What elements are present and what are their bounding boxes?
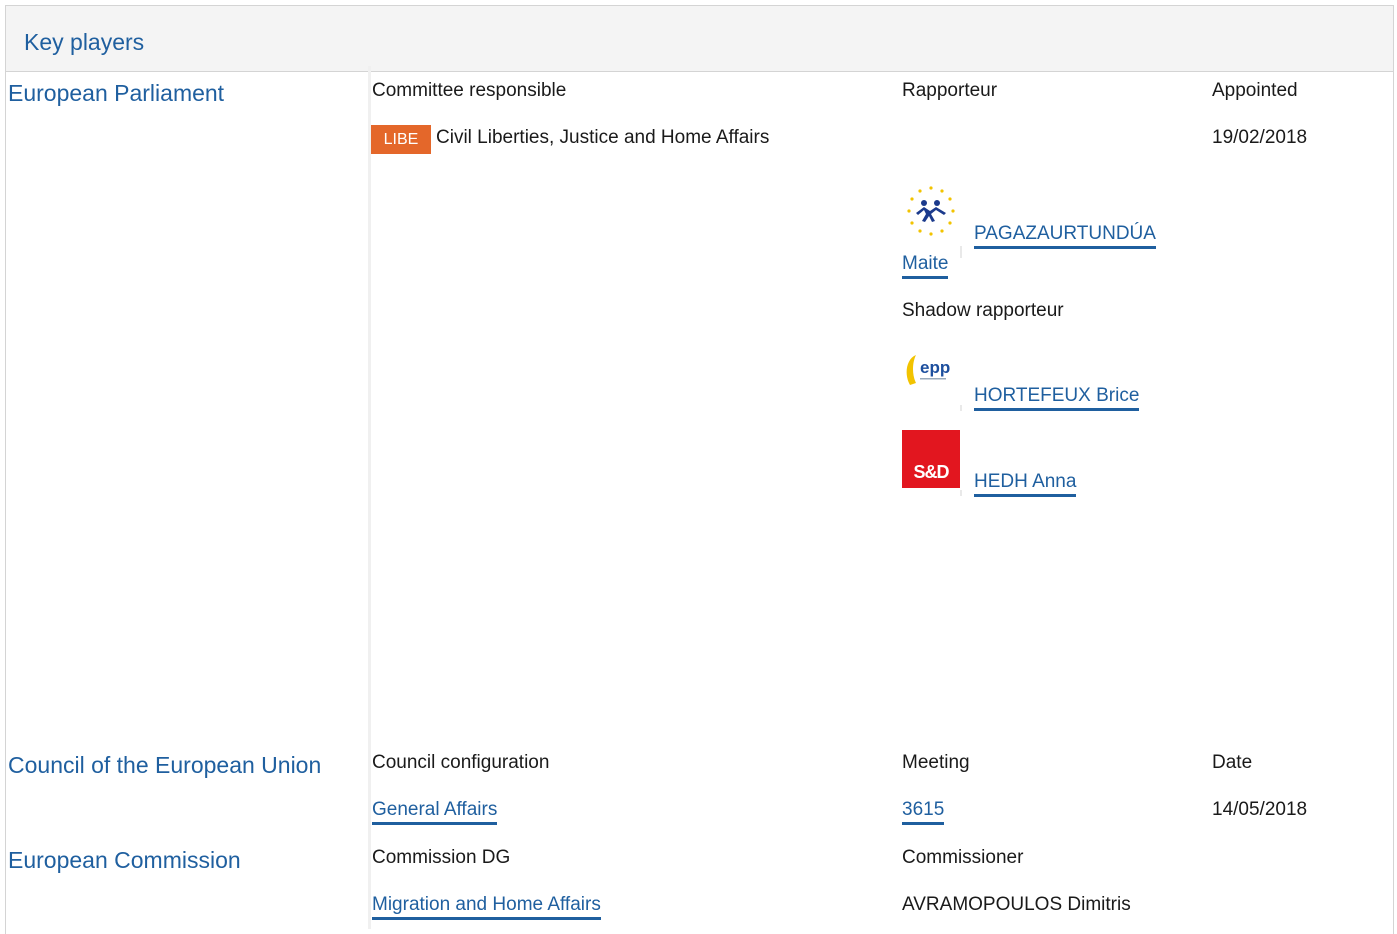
appointed-date: 19/02/2018: [1212, 127, 1308, 148]
header-commission-dg: Commission DG: [372, 847, 511, 868]
shadow-rapporteur-link[interactable]: HORTEFEUX Brice: [974, 385, 1140, 411]
section-council: Council of the European Union: [8, 752, 322, 778]
header-committee-responsible: Committee responsible: [372, 80, 567, 101]
epp-logo-icon: epp: [902, 345, 962, 405]
shadow-rapporteur-label: Shadow rapporteur: [902, 300, 1064, 321]
header-date: Date: [1212, 752, 1253, 773]
council-configuration-link[interactable]: General Affairs: [372, 799, 498, 825]
section-european-parliament: European Parliament: [8, 80, 225, 106]
svg-text:epp: epp: [920, 358, 950, 377]
section-commission: European Commission: [8, 847, 241, 873]
logo-divider: [960, 405, 962, 411]
header-meeting: Meeting: [902, 752, 970, 773]
panel-header: Key players: [6, 6, 1393, 72]
committee-name: Civil Liberties, Justice and Home Affair…: [436, 127, 770, 148]
header-commissioner: Commissioner: [902, 847, 1024, 868]
panel-title: Key players: [24, 29, 145, 55]
header-rapporteur: Rapporteur: [902, 80, 998, 101]
rapporteur-link[interactable]: PAGAZAURTUNDÚA: [974, 223, 1156, 249]
sd-logo-icon: S&D: [902, 430, 960, 488]
meeting-link[interactable]: 3615: [902, 799, 945, 825]
shadow-rapporteur-link[interactable]: HEDH Anna: [974, 471, 1077, 497]
header-appointed: Appointed: [1212, 80, 1298, 101]
header-council-configuration: Council configuration: [372, 752, 550, 773]
logo-divider: [960, 246, 962, 258]
commissioner-name: AVRAMOPOULOS Dimitris: [902, 894, 1131, 915]
logo-divider: [960, 490, 962, 496]
commission-dg-link[interactable]: Migration and Home Affairs: [372, 894, 601, 920]
renew-europe-logo-icon: [902, 183, 960, 241]
council-date: 14/05/2018: [1212, 799, 1308, 820]
rapporteur-link-continued[interactable]: Maite: [902, 253, 949, 279]
committee-badge: LIBE: [371, 125, 431, 154]
column-divider: [368, 66, 371, 929]
